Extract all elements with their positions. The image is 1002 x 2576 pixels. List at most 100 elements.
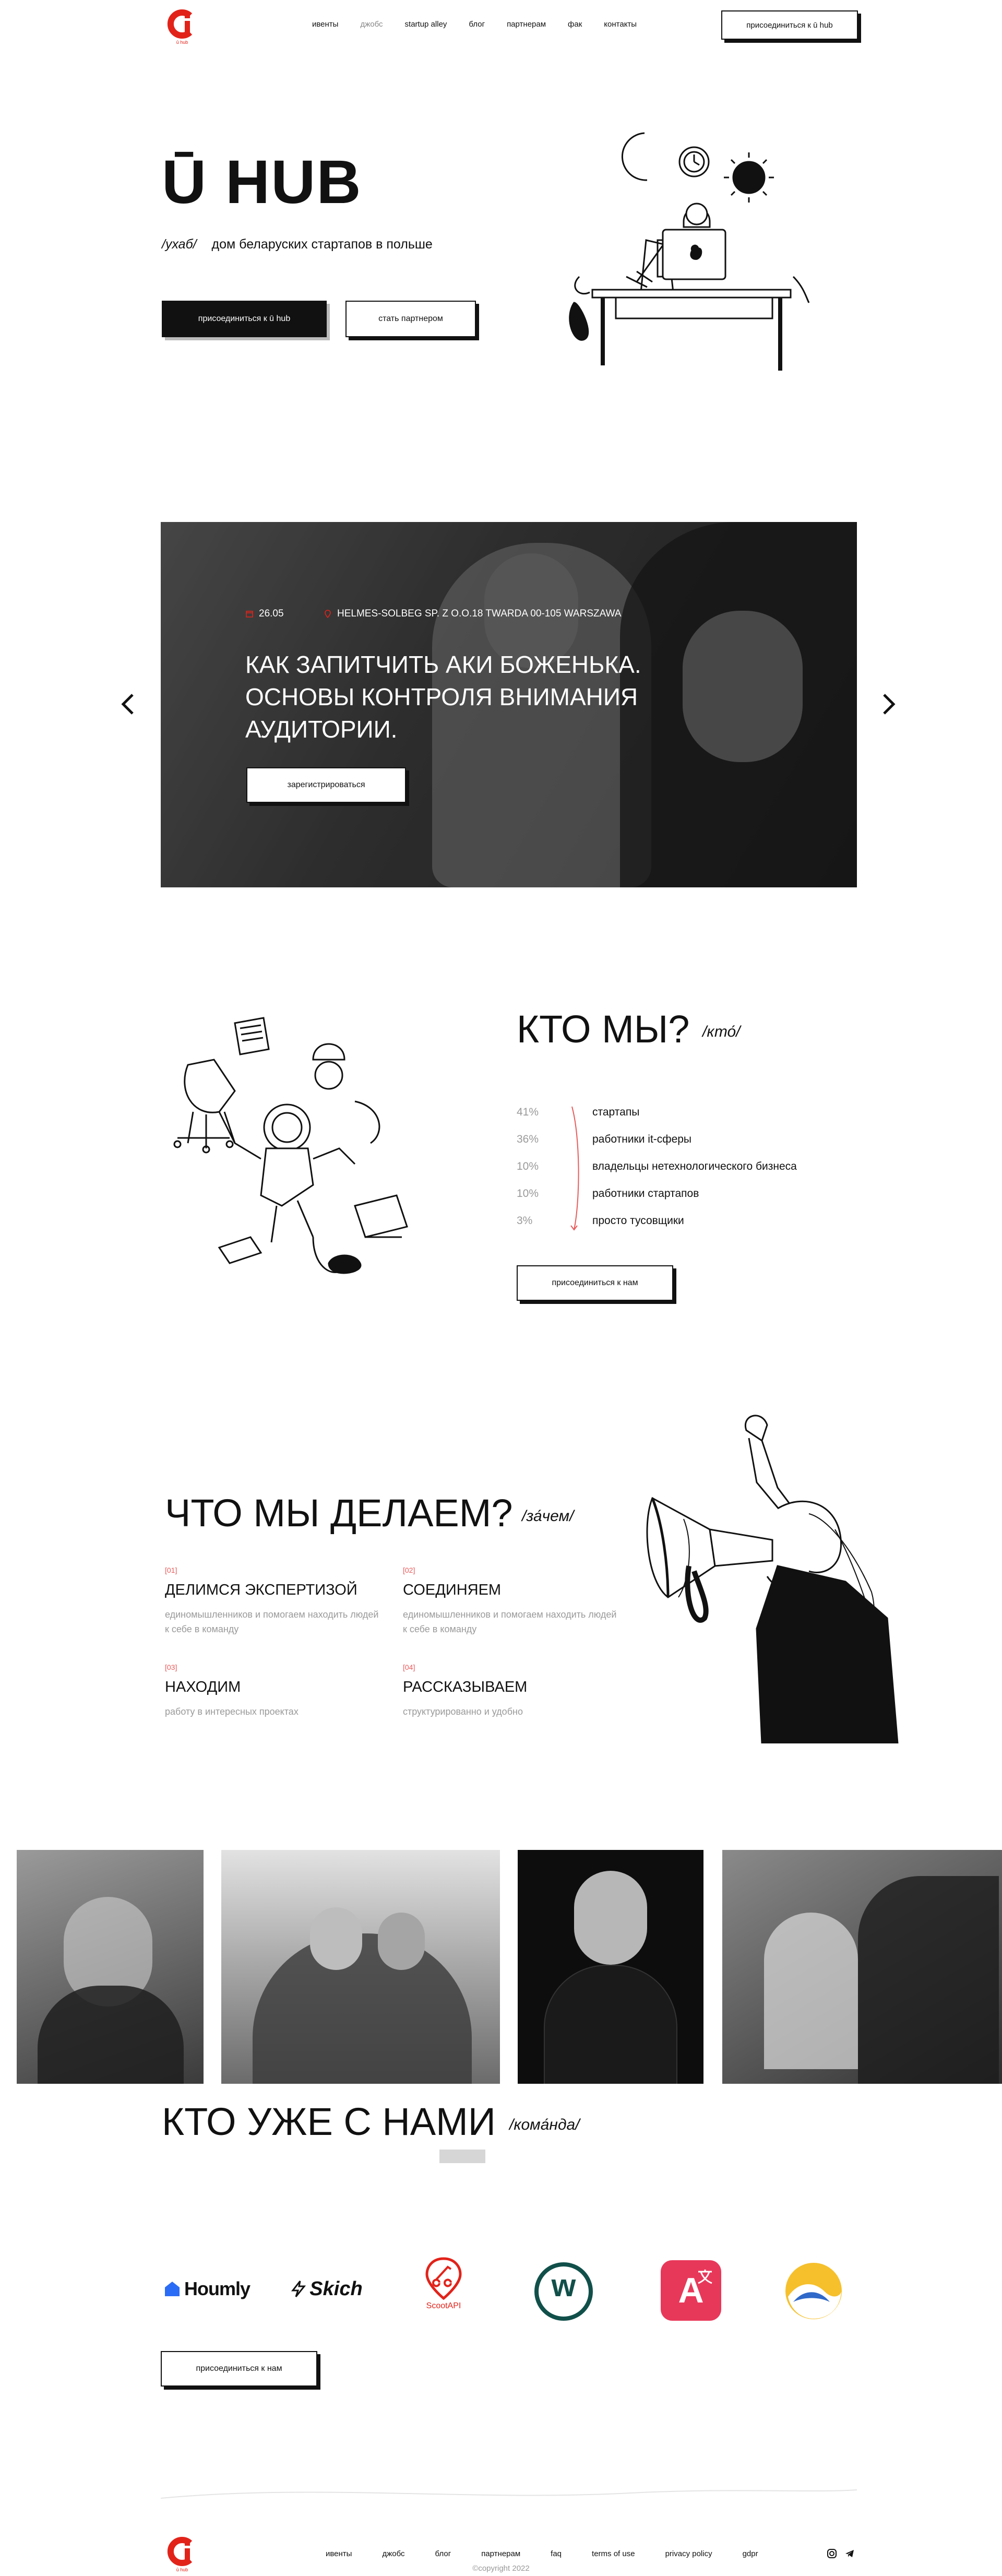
photo-4	[722, 1850, 1002, 2084]
hero-partner-button[interactable]: стать партнером	[345, 301, 476, 337]
stat-row: 10% владельцы нетехнологического бизнеса	[517, 1153, 797, 1180]
partner-logo-houmly[interactable]: Houmly	[161, 2271, 253, 2307]
stat-label: стартапы	[592, 1106, 640, 1118]
what-item-desc: структурированно и удобно	[403, 1706, 523, 1717]
partners-aside: /кома́нда/	[509, 2116, 580, 2133]
partners-join-button[interactable]: присоединиться к нам	[161, 2351, 317, 2387]
logo-icon: ū hub	[167, 9, 193, 45]
hero-join-button[interactable]: присоединиться к ū hub	[162, 301, 327, 337]
stat-row: 10% работники стартапов	[517, 1180, 797, 1207]
nav-item-blog[interactable]: блог	[469, 20, 485, 29]
nav-item-partners[interactable]: партнерам	[507, 20, 546, 29]
partner-name: Skich	[309, 2277, 363, 2300]
event-register-button[interactable]: зарегистрироваться	[246, 767, 406, 803]
what-item-num: [04]	[403, 1663, 415, 1671]
footer-nav-faq[interactable]: faq	[551, 2549, 562, 2558]
what-item-desc: единомышленников и помогаем находить люд…	[165, 1609, 379, 1634]
logo[interactable]: ū hub	[167, 9, 197, 46]
nav-item-jobs[interactable]: джобс	[360, 20, 383, 29]
main-nav: ивенты джобс startup alley блог партнера…	[312, 20, 659, 29]
who-title: КТО МЫ?	[517, 1007, 690, 1051]
telegram-icon[interactable]	[844, 2548, 855, 2559]
stat-label: просто тусовщики	[592, 1215, 684, 1227]
partner-logo-sun[interactable]	[783, 2260, 844, 2322]
partner-name: ScootAPI	[426, 2301, 461, 2310]
astronaut-illustration	[173, 1017, 408, 1274]
footer-nav-events[interactable]: ивенты	[326, 2549, 352, 2558]
stats-list: 41% стартапы 36% работники it-сферы 10% вла…	[517, 1099, 797, 1234]
what-item-find: [03] НАХОДИМ работу в интересных проекта…	[165, 1663, 384, 1719]
footer-nav-privacy[interactable]: privacy policy	[665, 2549, 712, 2558]
event-location-row: HELMES-SOLBEG SP. Z O.O.18 TWARDA 00-105…	[324, 608, 621, 620]
partner-name: Houmly	[184, 2278, 250, 2299]
stat-row: 36% работники it-сферы	[517, 1126, 797, 1153]
what-item-title: СОЕДИНЯЕМ	[403, 1582, 502, 1598]
hero-subtitle: дом беларуских стартапов в польше	[211, 237, 433, 252]
partner-logo-skich[interactable]: Skich	[282, 2271, 371, 2307]
bolt-icon	[291, 2281, 306, 2297]
slider-prev-arrow[interactable]	[118, 692, 139, 717]
hero-title: Ū HUB	[162, 148, 362, 217]
stat-label: работники it-сферы	[592, 1133, 692, 1145]
slider-next-arrow[interactable]	[878, 692, 899, 717]
stat-label: владельцы нетехнологического бизнеса	[592, 1160, 797, 1172]
partner-name: w	[551, 2268, 576, 2303]
footer-nav-blog[interactable]: блог	[435, 2549, 451, 2558]
what-title: ЧТО МЫ ДЕЛАЕМ?	[165, 1491, 513, 1535]
hero-illustration	[569, 132, 810, 371]
what-aside: /за́чем/	[522, 1507, 574, 1525]
partners-title: КТО УЖЕ С НАМИ	[162, 2100, 496, 2143]
what-item-num: [03]	[165, 1663, 177, 1671]
what-item-title: НАХОДИМ	[165, 1679, 241, 1695]
what-item-num: [02]	[403, 1566, 415, 1574]
who-aside: /кто́/	[702, 1023, 741, 1040]
stat-row: 3% просто тусовщики	[517, 1207, 797, 1234]
stats-connector-line	[570, 1106, 579, 1231]
what-item-expertise: [01] ДЕЛИМСЯ ЭКСПЕРТИЗОЙ единомышленнико…	[165, 1566, 384, 1636]
event-date-row: 26.05	[245, 608, 284, 620]
footer-nav-terms[interactable]: terms of use	[592, 2549, 635, 2558]
what-item-title: РАССКАЗЫВАЕМ	[403, 1679, 528, 1695]
what-item-title: ДЕЛИМСЯ ЭКСПЕРТИЗОЙ	[165, 1582, 357, 1598]
partner-logo-w[interactable]: w	[532, 2260, 595, 2323]
what-item-desc: работу в интересных проектах	[165, 1706, 299, 1717]
nav-item-events[interactable]: ивенты	[312, 20, 338, 29]
copyright: ©copyright 2022	[472, 2564, 530, 2573]
megaphone-illustration	[646, 1415, 899, 1743]
what-item-num: [01]	[165, 1566, 177, 1574]
hero-subtitle-line: /ухаб/ дом беларуских стартапов в польше	[162, 237, 433, 252]
what-item-desc: единомышленников и помогаем находить люд…	[403, 1609, 617, 1634]
who-join-button[interactable]: присоединиться к нам	[517, 1265, 673, 1301]
scroll-thumb[interactable]	[439, 2150, 485, 2163]
nav-item-contacts[interactable]: контакты	[604, 20, 637, 29]
photo-3	[518, 1850, 703, 2084]
stat-row: 41% стартапы	[517, 1099, 797, 1126]
footer-nav: ивенты джобс блог партнерам faq terms of…	[326, 2549, 789, 2558]
header-join-button[interactable]: присоединиться к ū hub	[721, 10, 858, 40]
footer-divider	[161, 2489, 857, 2499]
event-location: HELMES-SOLBEG SP. Z O.O.18 TWARDA 00-105…	[337, 608, 622, 619]
houmly-icon	[164, 2282, 180, 2296]
hero-transcription: /ухаб/	[162, 237, 197, 252]
scootapi-icon	[425, 2257, 462, 2300]
translate-icon	[698, 2270, 712, 2284]
what-item-connect: [02] СОЕДИНЯЕМ единомышленников и помога…	[403, 1566, 622, 1636]
what-item-tell: [04] РАССКАЗЫВАЕМ структурированно и удо…	[403, 1663, 622, 1719]
location-pin-icon	[325, 610, 331, 618]
nav-item-faq[interactable]: фак	[568, 20, 582, 29]
instagram-icon[interactable]	[827, 2548, 837, 2559]
footer-nav-partners[interactable]: партнерам	[481, 2549, 520, 2558]
event-date: 26.05	[259, 608, 284, 619]
footer-nav-jobs[interactable]: джобс	[382, 2549, 404, 2558]
nav-item-startup-alley[interactable]: startup alley	[405, 20, 447, 29]
photo-1	[17, 1850, 204, 2084]
logo-text: ū hub	[176, 40, 188, 45]
footer-nav-gdpr[interactable]: gdpr	[743, 2549, 758, 2558]
calendar-icon	[246, 611, 253, 618]
sun-wave-icon	[785, 2263, 842, 2319]
stat-label: работники стартапов	[592, 1188, 699, 1200]
photo-2	[221, 1850, 500, 2084]
event-title: КАК ЗАПИТЧИТЬ АКИ БОЖЕНЬКА. ОСНОВЫ КОНТР…	[245, 651, 641, 743]
partner-logo-scootapi[interactable]: ScootAPI	[412, 2250, 475, 2318]
partner-logo-translate[interactable]: A	[661, 2260, 721, 2321]
